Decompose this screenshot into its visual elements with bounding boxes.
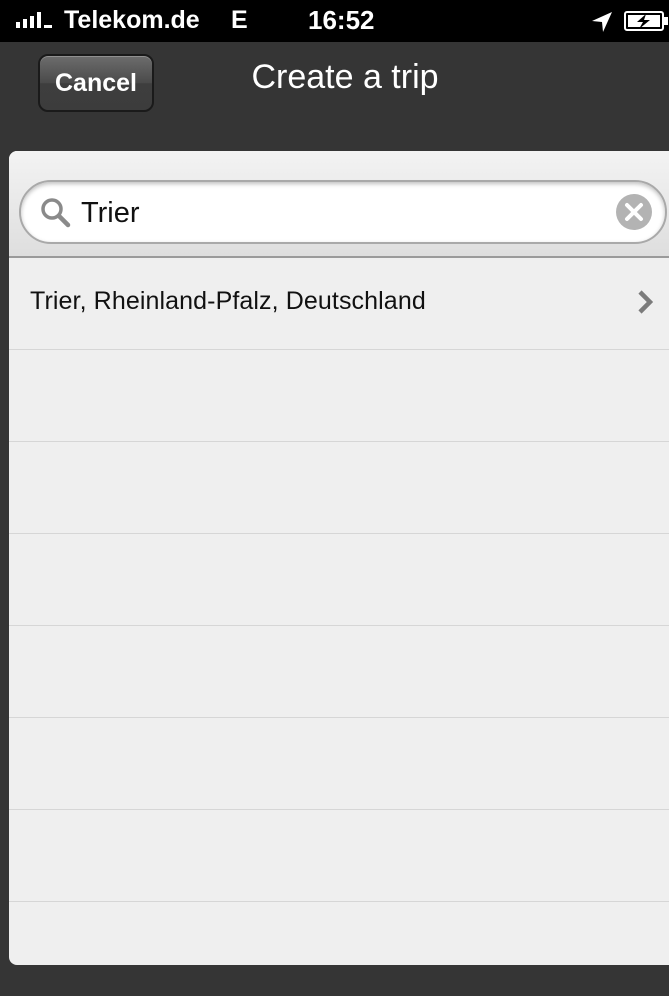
clear-icon[interactable] — [615, 193, 653, 231]
empty-row — [9, 534, 669, 626]
search-icon — [41, 198, 71, 228]
network-type: E — [231, 6, 248, 34]
empty-row — [9, 902, 669, 965]
search-input[interactable] — [81, 194, 601, 232]
battery-charging-icon — [624, 11, 668, 31]
chevron-right-icon — [638, 290, 653, 314]
location-icon — [592, 12, 612, 32]
carrier-name: Telekom.de — [64, 6, 200, 34]
empty-row — [9, 810, 669, 902]
page-title: Create a trip — [251, 58, 439, 96]
cancel-button[interactable]: Cancel — [38, 54, 154, 112]
navigation-bar: Cancel Create a trip — [0, 42, 669, 130]
empty-row — [9, 718, 669, 810]
search-field[interactable] — [19, 180, 667, 244]
content-panel: Trier, Rheinland-Pfalz, Deutschland — [9, 151, 669, 965]
bottom-bar — [0, 965, 669, 996]
status-bar: Telekom.de E 16:52 — [0, 0, 669, 42]
empty-row — [9, 626, 669, 718]
empty-row — [9, 350, 669, 442]
results-list: Trier, Rheinland-Pfalz, Deutschland — [9, 258, 669, 965]
search-bar — [9, 151, 669, 258]
result-label: Trier, Rheinland-Pfalz, Deutschland — [30, 287, 426, 315]
status-time: 16:52 — [308, 5, 375, 35]
empty-row — [9, 442, 669, 534]
screen: Telekom.de E 16:52 Cancel Create a trip — [0, 0, 669, 996]
result-row[interactable]: Trier, Rheinland-Pfalz, Deutschland — [9, 258, 669, 350]
signal-icon — [16, 12, 52, 28]
